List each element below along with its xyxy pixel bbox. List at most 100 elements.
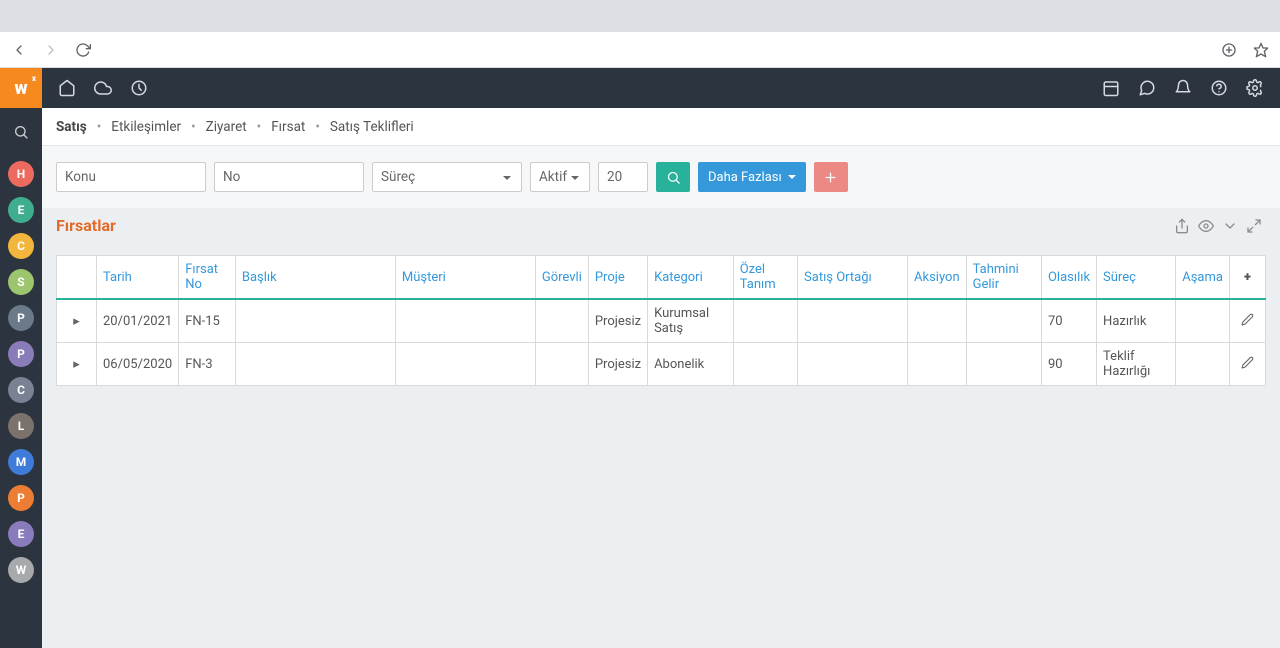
add-page-icon[interactable]: [1220, 41, 1238, 59]
cell-no: FN-15: [179, 299, 236, 343]
col-asama[interactable]: Aşama: [1176, 256, 1230, 300]
table-row: ▸ 20/01/2021 FN-15 Projesiz Kurumsal Sat…: [57, 299, 1266, 343]
main-area: Satış •Etkileşimler •Ziyaret •Fırsat •Sa…: [42, 68, 1280, 648]
cell-aksiyon: [908, 299, 967, 343]
subject-input[interactable]: Konu: [56, 162, 206, 192]
col-satis-ortagi[interactable]: Satış Ortağı: [798, 256, 908, 300]
breadcrumb-item[interactable]: Satış Teklifleri: [330, 119, 414, 135]
cell-baslik: [235, 343, 395, 386]
rail-search-icon[interactable]: [0, 108, 42, 156]
col-tahmini-gelir[interactable]: Tahmini Gelir: [966, 256, 1041, 300]
reload-icon[interactable]: [74, 41, 92, 59]
add-column-button[interactable]: +: [1230, 256, 1266, 300]
cell-gorevli: [535, 299, 588, 343]
cell-ortak: [798, 299, 908, 343]
table-row: ▸ 06/05/2020 FN-3 Projesiz Abonelik 90: [57, 343, 1266, 386]
cell-ozel: [733, 299, 797, 343]
cell-ozel: [733, 343, 797, 386]
row-edit-icon[interactable]: [1230, 299, 1266, 343]
chat-icon[interactable]: [1136, 77, 1158, 99]
cell-gelir: [966, 343, 1041, 386]
breadcrumb-item[interactable]: Ziyaret: [206, 119, 247, 135]
col-olasilik[interactable]: Olasılık: [1041, 256, 1096, 300]
rail-avatar[interactable]: P: [8, 341, 34, 367]
eye-icon[interactable]: [1194, 218, 1218, 234]
rail-avatar[interactable]: W: [8, 557, 34, 583]
logo-text: w: [14, 78, 27, 99]
rail-avatar[interactable]: H: [8, 161, 34, 187]
rail-avatar[interactable]: P: [8, 485, 34, 511]
browser-toolbar: [0, 32, 1280, 68]
add-button[interactable]: [814, 162, 848, 192]
export-icon[interactable]: [1170, 218, 1194, 234]
col-musteri[interactable]: Müşteri: [395, 256, 535, 300]
col-surec[interactable]: Süreç: [1097, 256, 1176, 300]
breadcrumb-item[interactable]: Fırsat: [271, 119, 305, 135]
cell-musteri: [395, 343, 535, 386]
rail-avatar[interactable]: C: [8, 233, 34, 259]
cell-olasilik: 70: [1041, 299, 1096, 343]
cell-proje: Projesiz: [588, 299, 647, 343]
cell-olasilik: 90: [1041, 343, 1096, 386]
breadcrumb: Satış •Etkileşimler •Ziyaret •Fırsat •Sa…: [42, 108, 1280, 146]
col-gorevli[interactable]: Görevli: [535, 256, 588, 300]
col-kategori[interactable]: Kategori: [648, 256, 734, 300]
col-baslik[interactable]: Başlık: [235, 256, 395, 300]
bell-icon[interactable]: [1172, 77, 1194, 99]
cell-asama: [1176, 299, 1230, 343]
row-edit-icon[interactable]: [1230, 343, 1266, 386]
rail-avatar[interactable]: E: [8, 521, 34, 547]
col-tarih[interactable]: Tarih: [97, 256, 179, 300]
col-ozel-tanim[interactable]: Özel Tanım: [733, 256, 797, 300]
col-expand: [57, 256, 97, 300]
search-button[interactable]: [656, 162, 690, 192]
side-rail: wx H E C S P P C L M P E W: [0, 68, 42, 648]
rail-avatar[interactable]: E: [8, 197, 34, 223]
process-select[interactable]: Süreç: [372, 162, 522, 192]
no-input[interactable]: No: [214, 162, 364, 192]
cell-musteri: [395, 299, 535, 343]
cell-baslik: [235, 299, 395, 343]
col-proje[interactable]: Proje: [588, 256, 647, 300]
col-firsat-no[interactable]: Fırsat No: [179, 256, 236, 300]
chevron-down-icon[interactable]: [1218, 218, 1242, 234]
filter-bar: Konu No Süreç Aktif 20 Daha Fazlası: [42, 146, 1280, 208]
cloud-icon[interactable]: [92, 77, 114, 99]
row-expand[interactable]: ▸: [57, 343, 97, 386]
expand-icon[interactable]: [1242, 218, 1266, 234]
row-expand[interactable]: ▸: [57, 299, 97, 343]
home-icon[interactable]: [56, 77, 78, 99]
rail-avatar[interactable]: M: [8, 449, 34, 475]
cell-tarih: 06/05/2020: [97, 343, 179, 386]
browser-tab-strip: [0, 0, 1280, 32]
gear-icon[interactable]: [1244, 77, 1266, 99]
help-icon[interactable]: [1208, 77, 1230, 99]
cell-gorevli: [535, 343, 588, 386]
rail-avatar[interactable]: S: [8, 269, 34, 295]
app-logo[interactable]: wx: [0, 68, 42, 108]
col-aksiyon[interactable]: Aksiyon: [908, 256, 967, 300]
cell-surec: Teklif Hazırlığı: [1097, 343, 1176, 386]
cell-ortak: [798, 343, 908, 386]
status-select[interactable]: Aktif: [530, 162, 590, 192]
count-input[interactable]: 20: [598, 162, 648, 192]
rail-avatar[interactable]: C: [8, 377, 34, 403]
history-icon[interactable]: [128, 77, 150, 99]
more-button[interactable]: Daha Fazlası: [698, 162, 806, 192]
back-icon[interactable]: [10, 41, 28, 59]
breadcrumb-item[interactable]: Satış: [56, 119, 87, 135]
cell-surec: Hazırlık: [1097, 299, 1176, 343]
panel-title: Fırsatlar: [56, 216, 116, 235]
cell-kategori: Kurumsal Satış: [648, 299, 734, 343]
cell-aksiyon: [908, 343, 967, 386]
cell-kategori: Abonelik: [648, 343, 734, 386]
star-icon[interactable]: [1252, 41, 1270, 59]
calendar-icon[interactable]: [1100, 77, 1122, 99]
cell-no: FN-3: [179, 343, 236, 386]
opportunities-table: Tarih Fırsat No Başlık Müşteri Görevli P…: [56, 255, 1266, 386]
forward-icon[interactable]: [42, 41, 60, 59]
rail-avatar[interactable]: L: [8, 413, 34, 439]
cell-tarih: 20/01/2021: [97, 299, 179, 343]
rail-avatar[interactable]: P: [8, 305, 34, 331]
breadcrumb-item[interactable]: Etkileşimler: [111, 119, 181, 135]
